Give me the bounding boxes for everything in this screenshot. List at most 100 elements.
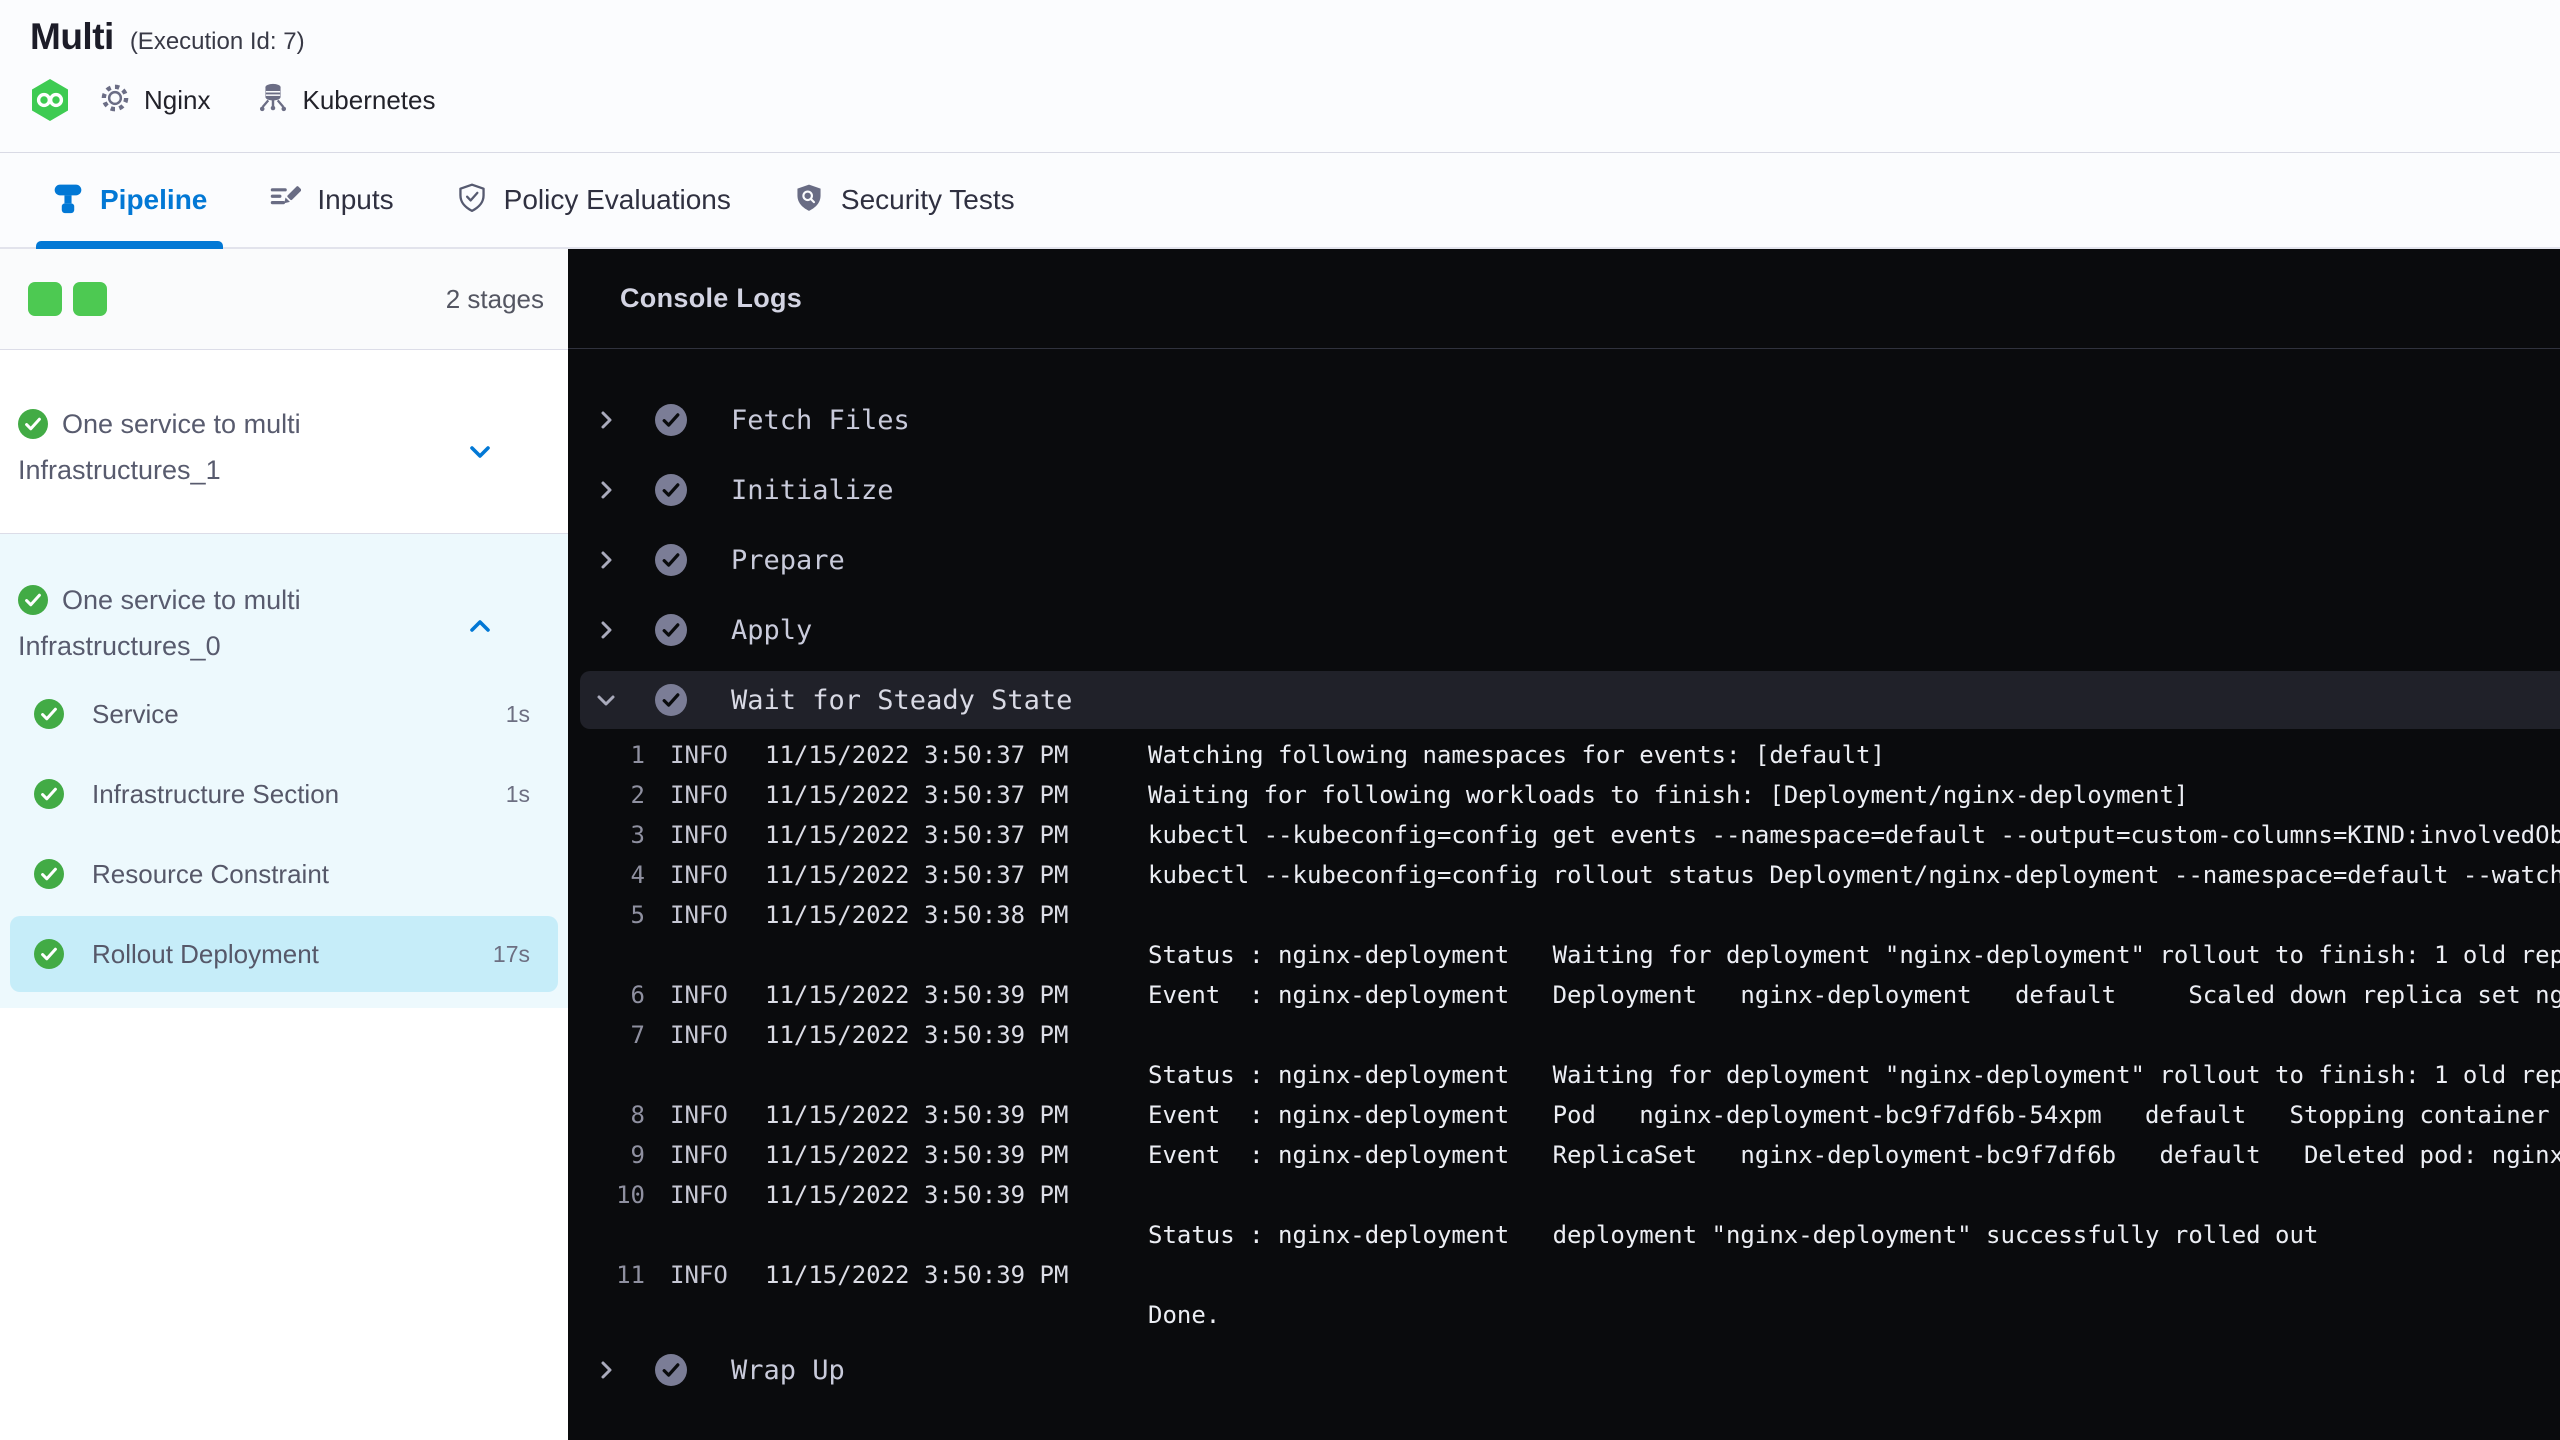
inputs-icon	[269, 182, 302, 219]
stage-header[interactable]: One service to multi Infrastructures_0	[0, 534, 568, 674]
log-timestamp: 11/15/2022 3:50:39 PM	[765, 1261, 1069, 1289]
log-line-number: 1	[630, 741, 645, 769]
chevron-right-icon[interactable]	[593, 619, 619, 641]
service-meta[interactable]: Nginx	[98, 81, 210, 120]
log-line-number: 5	[630, 901, 645, 929]
log-message: Event : nginx-deployment ReplicaSet ngin…	[1148, 1141, 2560, 1169]
infrastructure-icon	[256, 81, 290, 120]
chevron-up-icon[interactable]	[466, 612, 494, 645]
log-line-number: 6	[630, 981, 645, 1009]
success-check-icon	[18, 409, 48, 450]
pipeline-execution-page: Multi (Execution Id: 7) Nginx Kubernetes…	[0, 0, 2560, 1440]
section-label: Wait for Steady State	[731, 684, 1073, 716]
success-check-icon	[655, 544, 687, 576]
step-name: Resource Constraint	[92, 858, 329, 889]
log-timestamp: 11/15/2022 3:50:39 PM	[765, 1141, 1069, 1169]
log-line-number: 3	[630, 821, 645, 849]
log-timestamp: 11/15/2022 3:50:39 PM	[765, 1181, 1069, 1209]
log-level: INFO	[670, 1021, 728, 1049]
log-line: 5 INFO 11/15/2022 3:50:38 PM	[568, 895, 2560, 935]
log-timestamp: 11/15/2022 3:50:39 PM	[765, 1021, 1069, 1049]
log-line: 4 INFO 11/15/2022 3:50:37 PM kubectl --kube…	[568, 855, 2560, 895]
log-line: 9 INFO 11/15/2022 3:50:39 PM Event : nginx-…	[568, 1135, 2560, 1175]
console-header: Console Logs	[568, 249, 2560, 349]
policy-shield-icon	[456, 182, 488, 219]
tab-policy-evaluations-label: Policy Evaluations	[503, 184, 731, 215]
stage-title: One service to multi Infrastructures_1	[18, 409, 301, 485]
log-line: 10 INFO 11/15/2022 3:50:39 PM	[568, 1175, 2560, 1215]
step-duration: 1s	[505, 700, 530, 727]
log-message: Waiting for following workloads to finis…	[1148, 781, 2189, 809]
step-item-resource-constraint[interactable]: Resource Constraint	[0, 834, 568, 914]
chevron-right-icon[interactable]	[593, 479, 619, 501]
log-message: Watching following namespaces for events…	[1148, 741, 1885, 769]
log-timestamp: 11/15/2022 3:50:37 PM	[765, 821, 1069, 849]
stages-summary-bar: 2 stages	[0, 249, 568, 350]
tab-pipeline-label: Pipeline	[100, 184, 208, 215]
log-message: Status : nginx-deployment deployment "ng…	[1148, 1221, 2319, 1249]
chevron-right-icon[interactable]	[593, 409, 619, 431]
log-line: Done.	[568, 1295, 2560, 1335]
log-line: 8 INFO 11/15/2022 3:50:39 PM Event : nginx-…	[568, 1095, 2560, 1135]
execution-id: (Execution Id: 7)	[129, 28, 305, 55]
infrastructure-name: Kubernetes	[302, 84, 436, 115]
log-message: Done.	[1148, 1301, 1221, 1329]
log-level: INFO	[670, 1181, 728, 1209]
log-level: INFO	[670, 821, 728, 849]
log-line: 3 INFO 11/15/2022 3:50:37 PM kubectl --kube…	[568, 815, 2560, 855]
log-line-number: 9	[630, 1141, 645, 1169]
log-level: INFO	[670, 1141, 728, 1169]
log-message: Event : nginx-deployment Deployment ngin…	[1148, 981, 2560, 1009]
tab-policy-evaluations[interactable]: Policy Evaluations	[446, 153, 741, 247]
stage-status-square-2[interactable]	[73, 282, 107, 316]
step-item-rollout-deployment[interactable]: Rollout Deployment 17s	[10, 916, 558, 992]
console-panel: Console Logs Fetch Files Initialize Prep…	[568, 249, 2560, 1440]
stage-count-label: 2 stages	[445, 283, 544, 314]
infrastructure-meta[interactable]: Kubernetes	[256, 81, 435, 120]
title-row: Multi (Execution Id: 7)	[30, 16, 2560, 58]
step-item-infrastructure-section[interactable]: Infrastructure Section 1s	[0, 754, 568, 834]
success-check-icon	[655, 474, 687, 506]
step-duration: 17s	[492, 940, 530, 967]
log-line: 7 INFO 11/15/2022 3:50:39 PM	[568, 1015, 2560, 1055]
log-section-prepare[interactable]: Prepare	[568, 525, 2560, 595]
log-section-fetch-files[interactable]: Fetch Files	[568, 385, 2560, 455]
security-shield-icon	[793, 182, 825, 219]
step-name: Rollout Deployment	[92, 938, 319, 969]
log-lines: 1 INFO 11/15/2022 3:50:37 PM Watching follo…	[568, 735, 2560, 1335]
tab-security-tests-label: Security Tests	[840, 184, 1015, 215]
tab-pipeline[interactable]: Pipeline	[36, 153, 224, 249]
success-check-icon	[34, 699, 64, 729]
log-message: Event : nginx-deployment Pod nginx-deplo…	[1148, 1101, 2560, 1129]
log-section-wait-for-steady-state[interactable]: Wait for Steady State	[580, 671, 2560, 729]
tab-inputs[interactable]: Inputs	[259, 153, 403, 247]
chevron-right-icon[interactable]	[593, 1359, 619, 1381]
log-line: 2 INFO 11/15/2022 3:50:37 PM Waiting for fo…	[568, 775, 2560, 815]
chevron-right-icon[interactable]	[593, 549, 619, 571]
step-item-service[interactable]: Service 1s	[0, 674, 568, 754]
console-body: Fetch Files Initialize Prepare Apply Wai…	[568, 349, 2560, 1440]
log-line: 1 INFO 11/15/2022 3:50:37 PM Watching follo…	[568, 735, 2560, 775]
log-timestamp: 11/15/2022 3:50:38 PM	[765, 901, 1069, 929]
success-check-icon	[655, 614, 687, 646]
log-section-wrap-up[interactable]: Wrap Up	[568, 1335, 2560, 1405]
log-section-apply[interactable]: Apply	[568, 595, 2560, 665]
log-section-initialize[interactable]: Initialize	[568, 455, 2560, 525]
stage-item-infrastructures-1[interactable]: One service to multi Infrastructures_1	[0, 350, 568, 534]
success-check-icon	[34, 859, 64, 889]
stage-status-square-1[interactable]	[28, 282, 62, 316]
step-name: Service	[92, 698, 179, 729]
log-line-number: 2	[630, 781, 645, 809]
section-label: Apply	[731, 614, 813, 646]
log-level: INFO	[670, 1261, 728, 1289]
success-check-icon	[655, 404, 687, 436]
log-line: Status : nginx-deployment Waiting for de…	[568, 935, 2560, 975]
tab-security-tests[interactable]: Security Tests	[783, 153, 1025, 247]
console-title: Console Logs	[620, 283, 803, 313]
log-message: kubectl --kubeconfig=config get events -…	[1148, 821, 2560, 849]
stage-header[interactable]: One service to multi Infrastructures_1	[0, 350, 568, 498]
pipeline-icon	[52, 181, 84, 220]
chevron-down-icon[interactable]	[593, 689, 619, 711]
chevron-down-icon[interactable]	[466, 438, 494, 471]
log-timestamp: 11/15/2022 3:50:37 PM	[765, 861, 1069, 889]
